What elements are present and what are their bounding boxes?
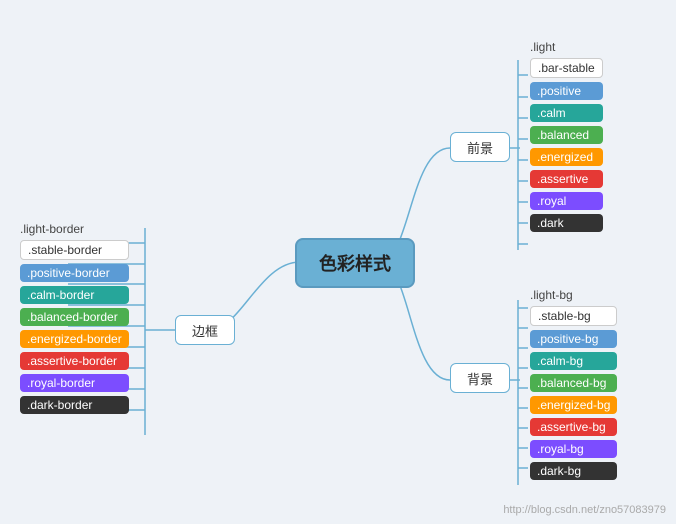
bd-item-5: .assertive-border (20, 352, 129, 370)
fg-item-1: .positive (530, 82, 603, 100)
foreground-label: 前景 (467, 138, 493, 157)
foreground-column: .light .bar-stable .positive .calm .bala… (530, 40, 603, 232)
bg-item-4: .energized-bg (530, 396, 617, 414)
bd-item-2: .calm-border (20, 286, 129, 304)
fg-item-2: .calm (530, 104, 603, 122)
bg-item-3: .balanced-bg (530, 374, 617, 392)
fg-item-5: .assertive (530, 170, 603, 188)
bg-item-0: .stable-bg (530, 306, 617, 326)
bd-item-3: .balanced-border (20, 308, 129, 326)
border-label: 边框 (192, 321, 218, 340)
background-node: 背景 (450, 363, 510, 393)
fg-item-4: .energized (530, 148, 603, 166)
watermark: http://blog.csdn.net/zno57083979 (503, 504, 666, 516)
bd-top-label: .light-border (20, 222, 129, 236)
fg-item-0: .bar-stable (530, 58, 603, 78)
background-column: .light-bg .stable-bg .positive-bg .calm-… (530, 288, 617, 480)
bd-item-0: .stable-border (20, 240, 129, 260)
bg-item-5: .assertive-bg (530, 418, 617, 436)
bg-item-2: .calm-bg (530, 352, 617, 370)
center-node: 色彩样式 (295, 238, 415, 288)
bg-item-7: .dark-bg (530, 462, 617, 480)
border-column: .light-border .stable-border .positive-b… (20, 222, 129, 414)
bd-item-6: .royal-border (20, 374, 129, 392)
fg-item-6: .royal (530, 192, 603, 210)
background-label: 背景 (467, 369, 493, 388)
bg-top-label: .light-bg (530, 288, 617, 302)
foreground-node: 前景 (450, 132, 510, 162)
border-node: 边框 (175, 315, 235, 345)
bd-item-7: .dark-border (20, 396, 129, 414)
bd-item-1: .positive-border (20, 264, 129, 282)
bg-item-1: .positive-bg (530, 330, 617, 348)
bd-item-4: .energized-border (20, 330, 129, 348)
fg-item-3: .balanced (530, 126, 603, 144)
fg-top-label: .light (530, 40, 603, 54)
bg-item-6: .royal-bg (530, 440, 617, 458)
fg-item-7: .dark (530, 214, 603, 232)
center-label: 色彩样式 (319, 250, 391, 276)
